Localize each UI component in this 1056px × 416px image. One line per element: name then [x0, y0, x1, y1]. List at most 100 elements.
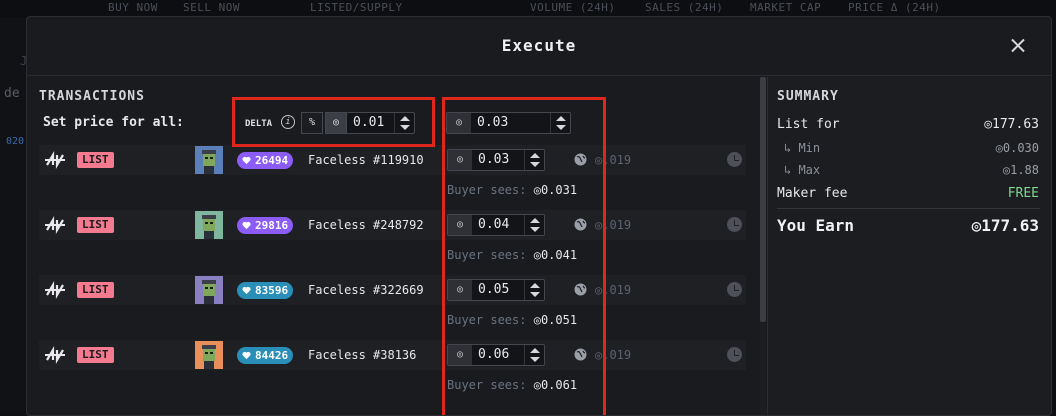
rank-value: 83596 — [255, 284, 289, 297]
transaction-row: LIST 83596 Faceless #322669 ◎ 0.05 ◎.019 — [39, 275, 746, 305]
price-stepper[interactable] — [524, 345, 544, 365]
rarity-rank-badge: 26494 — [237, 152, 294, 169]
globe-icon[interactable] — [574, 153, 587, 166]
info-icon[interactable]: i — [281, 115, 295, 129]
price-input[interactable]: ◎ 0.05 — [447, 279, 545, 301]
rarity-rank-badge: 84426 — [237, 347, 294, 364]
bg-fragment-3: 020 — [6, 136, 25, 147]
delta-label: DELTA — [245, 119, 273, 129]
price-input[interactable]: ◎ 0.04 — [447, 214, 545, 236]
floor-price: ◎.019 — [595, 283, 632, 297]
globe-icon[interactable] — [574, 348, 587, 361]
nft-name[interactable]: Faceless #119910 — [308, 153, 424, 167]
price-for-all-stepper[interactable] — [550, 113, 570, 133]
summary-pane: SUMMARY List for ◎177.63 ↳ Min ◎0.030 ↳ … — [767, 77, 1051, 415]
close-icon[interactable] — [1007, 35, 1029, 57]
list-badge: LIST — [77, 347, 114, 363]
nft-name[interactable]: Faceless #38136 — [308, 348, 416, 362]
eth-icon: ◎ — [447, 113, 471, 133]
buyer-sees-value: ◎0.051 — [533, 313, 578, 327]
nft-thumbnail[interactable] — [195, 146, 223, 174]
min-label: ↳ Min — [784, 141, 821, 155]
buyer-sees-value: ◎0.041 — [533, 248, 578, 262]
rank-value: 84426 — [255, 349, 289, 362]
floor-price: ◎.019 — [595, 218, 632, 232]
transactions-pane: TRANSACTIONS Set price for all: DELTA i … — [27, 77, 759, 415]
background-sidebar: J de 020 — [0, 18, 28, 411]
buyer-sees-value: ◎0.031 — [533, 183, 578, 197]
price-value: 0.04 — [478, 217, 510, 232]
bg-fragment-2: de — [4, 86, 20, 101]
list-for-value: ◎177.63 — [984, 117, 1039, 132]
delta-input[interactable]: 0.01 — [347, 112, 415, 134]
price-stepper[interactable] — [524, 215, 544, 235]
scrollbar-thumb[interactable] — [760, 77, 766, 322]
nft-name[interactable]: Faceless #248792 — [308, 218, 424, 232]
rank-value: 29816 — [255, 219, 289, 232]
you-earn-label: You Earn — [777, 216, 855, 235]
max-label: ↳ Max — [784, 163, 821, 177]
price-for-all-input[interactable]: ◎ 0.03 — [446, 112, 571, 134]
globe-icon[interactable] — [574, 218, 587, 231]
transaction-row: LIST 29816 Faceless #248792 ◎ 0.04 ◎.019 — [39, 210, 746, 240]
clock-icon[interactable] — [727, 152, 742, 167]
list-arrows-icon — [45, 281, 65, 299]
price-input[interactable]: ◎ 0.03 — [447, 149, 545, 171]
buyer-sees-label: Buyer sees: — [447, 378, 527, 392]
clock-icon[interactable] — [727, 217, 742, 232]
percent-toggle[interactable]: % — [301, 112, 323, 134]
transaction-row: LIST 84426 Faceless #38136 ◎ 0.06 ◎.019 — [39, 340, 746, 370]
price-for-all-value: 0.03 — [477, 115, 509, 130]
set-price-for-all-label: Set price for all: — [43, 115, 184, 130]
nft-thumbnail[interactable] — [195, 211, 223, 239]
delta-value: 0.01 — [353, 115, 385, 130]
delta-stepper[interactable] — [394, 113, 414, 133]
clock-icon[interactable] — [727, 282, 742, 297]
eth-icon: ◎ — [448, 345, 472, 365]
summary-divider — [777, 208, 1040, 209]
rank-value: 26494 — [255, 154, 289, 167]
maker-fee-label: Maker fee — [777, 186, 848, 201]
max-value: ◎1.88 — [1002, 163, 1039, 177]
bg-col-price-delta: PRICE Δ (24H) — [848, 1, 941, 14]
buyer-sees-label: Buyer sees: — [447, 313, 527, 327]
floor-price: ◎.019 — [595, 348, 632, 362]
floor-price: ◎.019 — [595, 153, 632, 167]
globe-icon[interactable] — [574, 283, 587, 296]
list-arrows-icon — [45, 151, 65, 169]
eth-toggle[interactable]: ◎ — [325, 112, 347, 134]
modal-title: Execute — [27, 17, 1051, 76]
bg-col-buy-now: BUY NOW — [108, 1, 158, 14]
nft-name[interactable]: Faceless #322669 — [308, 283, 424, 297]
eth-icon: ◎ — [448, 280, 472, 300]
buyer-sees-label: Buyer sees: — [447, 183, 527, 197]
list-badge: LIST — [77, 282, 114, 298]
list-arrows-icon — [45, 216, 65, 234]
heart-icon — [242, 286, 251, 295]
heart-icon — [242, 156, 251, 165]
nft-thumbnail[interactable] — [195, 276, 223, 304]
buyer-sees-line: Buyer sees: ◎0.061 — [447, 378, 577, 392]
price-input[interactable]: ◎ 0.06 — [447, 344, 545, 366]
list-for-label: List for — [777, 117, 840, 132]
heart-icon — [242, 221, 251, 230]
transaction-row: LIST 26494 Faceless #119910 ◎ 0.03 ◎.019 — [39, 145, 746, 175]
price-stepper[interactable] — [524, 150, 544, 170]
list-arrows-icon — [45, 346, 65, 364]
buyer-sees-line: Buyer sees: ◎0.031 — [447, 183, 577, 197]
price-stepper[interactable] — [524, 280, 544, 300]
min-value: ◎0.030 — [995, 141, 1039, 155]
clock-icon[interactable] — [727, 347, 742, 362]
buyer-sees-line: Buyer sees: ◎0.051 — [447, 313, 577, 327]
rarity-rank-badge: 83596 — [237, 282, 294, 299]
execute-modal: Execute TRANSACTIONS Set price for all: … — [26, 16, 1052, 416]
bg-col-market-cap: MARKET CAP — [750, 1, 822, 14]
nft-thumbnail[interactable] — [195, 341, 223, 369]
list-badge: LIST — [77, 217, 114, 233]
maker-fee-value: FREE — [1007, 186, 1039, 201]
rarity-rank-badge: 29816 — [237, 217, 294, 234]
heart-icon — [242, 351, 251, 360]
eth-icon: ◎ — [448, 215, 472, 235]
list-badge: LIST — [77, 152, 114, 168]
buyer-sees-line: Buyer sees: ◎0.041 — [447, 248, 577, 262]
